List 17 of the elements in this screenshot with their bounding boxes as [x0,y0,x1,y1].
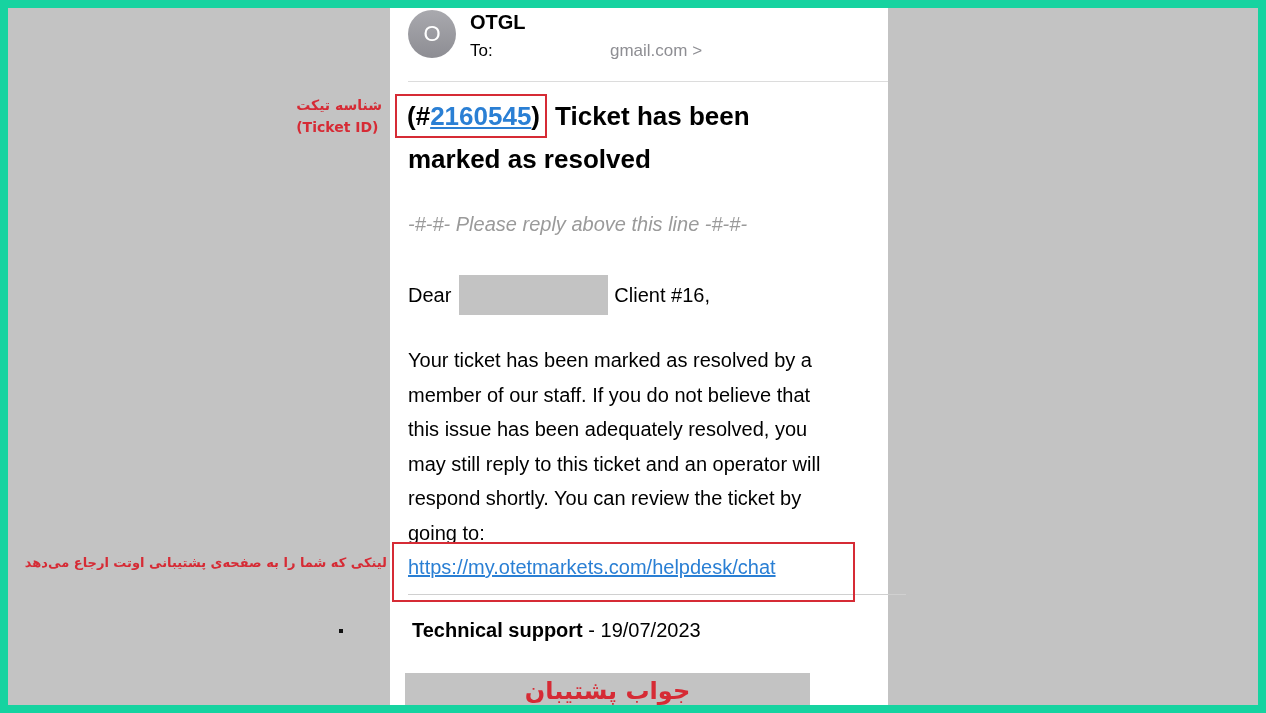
recipient-label: To: [470,40,494,62]
annotation-label: شناسه تیکت [296,96,382,115]
greeting-text: Dear [408,283,452,307]
ticket-id: (#2160545) [407,100,541,133]
dot-mark [339,629,343,633]
reply-marker: -#-#- Please reply above this line -#-#- [408,212,748,237]
client-name: Client #16, [614,283,710,307]
annotation-label: لینکی که شما را به صفحه‌ی پشتیبانی اوتت ارجاع می‌دهد [24,554,387,572]
sender-avatar: O [408,10,456,58]
reply-banner: جواب پشتیبان [405,673,810,705]
annotation-label: (Ticket ID) [296,118,379,137]
signature-line: Technical support - 19/07/2023 [412,618,701,643]
sender-name: OTGL [470,10,526,34]
email-subject: marked as resolved [408,143,651,176]
helpdesk-link[interactable]: https://my.otetmarkets.com/helpdesk/chat [408,556,776,578]
email-subject: Ticket has been [555,100,750,133]
recipient-address[interactable]: gmail.com > [610,40,703,62]
